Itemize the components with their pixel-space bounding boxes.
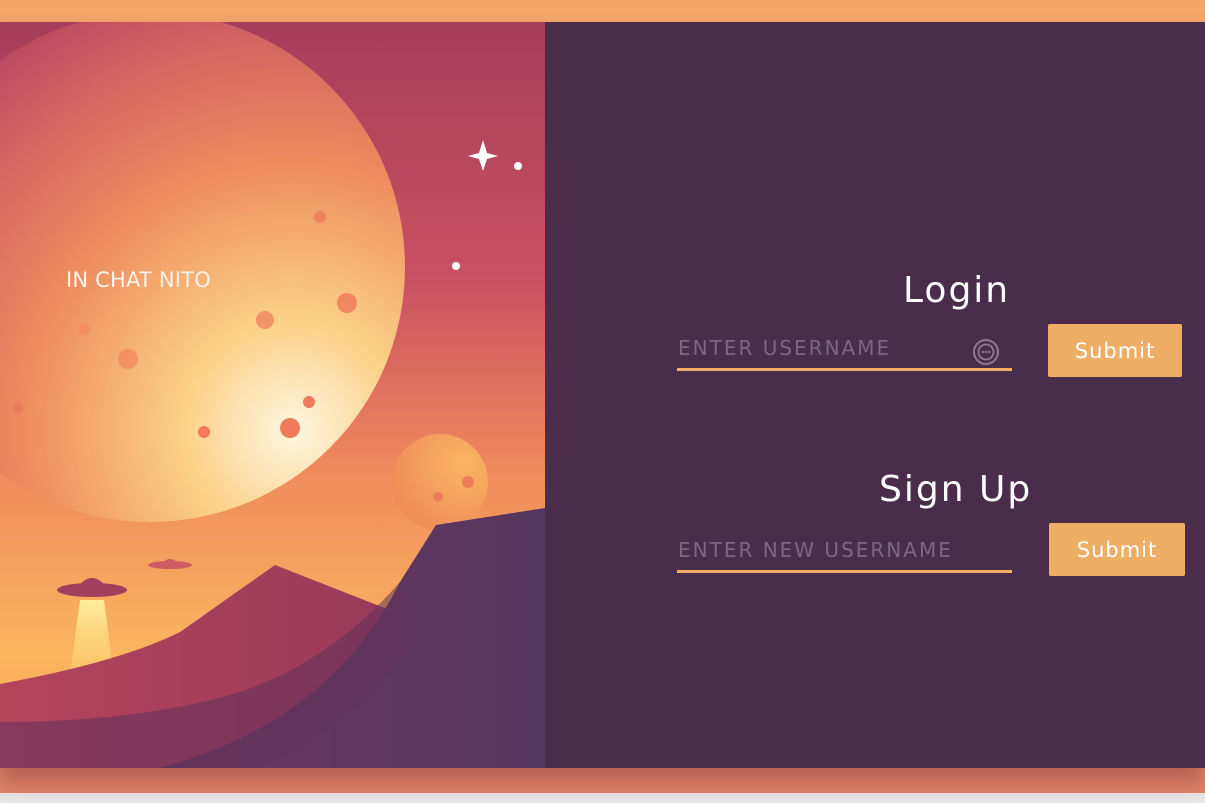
page-bottom-strip [0,793,1205,803]
auth-panel: Login Submit Sign Up Submit [545,22,1205,768]
password-manager-icon[interactable] [972,338,1000,366]
space-illustration: IN CHAT NITO [0,22,545,768]
login-submit-button[interactable]: Submit [1048,324,1182,377]
signup-username-input[interactable] [677,530,1012,570]
signup-heading: Sign Up [879,469,1033,510]
login-heading: Login [903,270,1011,311]
brand-title: IN CHAT NITO [66,268,211,292]
login-username-input[interactable] [677,328,1012,368]
login-card: IN CHAT NITO Login Submit Sign Up Submit [0,22,1205,768]
login-username-field [677,328,1012,371]
space-illustration-graphic [0,22,545,768]
signup-submit-button[interactable]: Submit [1049,523,1185,576]
signup-username-field [677,530,1012,573]
